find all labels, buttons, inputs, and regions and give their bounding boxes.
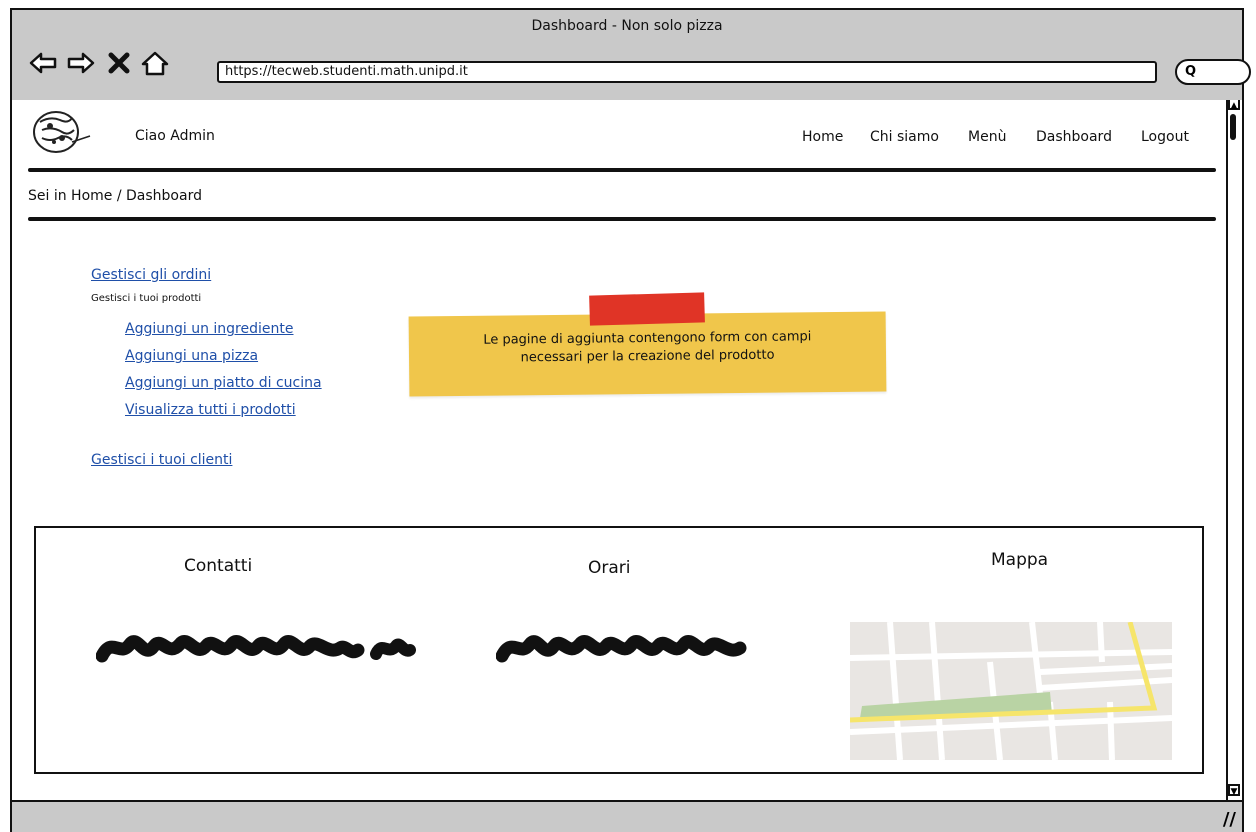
link-manage-orders[interactable]: Gestisci gli ordini bbox=[91, 267, 211, 283]
window-title: Dashboard - Non solo pizza bbox=[531, 18, 723, 34]
link-view-products[interactable]: Visualizza tutti i prodotti bbox=[125, 402, 296, 418]
back-arrow-icon[interactable] bbox=[28, 50, 58, 76]
link-manage-clients[interactable]: Gestisci i tuoi clienti bbox=[91, 452, 232, 468]
note-text: Le pagine di aggiunta contengono form co… bbox=[409, 328, 886, 369]
vertical-scrollbar[interactable]: ▲ ▼ bbox=[1226, 100, 1240, 800]
nav-logout[interactable]: Logout bbox=[1141, 129, 1189, 145]
note-line-2: necessari per la creazione del prodotto bbox=[520, 347, 775, 366]
browser-toolbar: Dashboard - Non solo pizza https://tecwe… bbox=[10, 8, 1251, 100]
nav-home[interactable]: Home bbox=[802, 129, 843, 145]
admin-greeting: Ciao Admin bbox=[135, 128, 215, 144]
breadcrumb: Sei in Home / Dashboard bbox=[28, 188, 202, 204]
footer: Contatti Orari Mappa bbox=[34, 526, 1204, 774]
breadcrumb-divider bbox=[28, 217, 1216, 221]
browser-status-bar: // bbox=[10, 800, 1244, 832]
link-add-dish[interactable]: Aggiungi un piatto di cucina bbox=[125, 375, 322, 391]
nav-dashboard[interactable]: Dashboard bbox=[1036, 129, 1112, 145]
header-divider bbox=[28, 168, 1216, 172]
resize-grip-icon[interactable]: // bbox=[1223, 809, 1236, 830]
page-viewport: Ciao Admin Home Chi siamo Menù Dashboard… bbox=[10, 100, 1244, 800]
nav-menu[interactable]: Menù bbox=[968, 129, 1006, 145]
products-heading: Gestisci i tuoi prodotti bbox=[91, 293, 202, 304]
link-add-pizza[interactable]: Aggiungi una pizza bbox=[125, 348, 258, 364]
link-add-ingredient[interactable]: Aggiungi un ingrediente bbox=[125, 321, 294, 337]
sticky-note: Le pagine di aggiunta contengono form co… bbox=[408, 292, 887, 397]
browser-search[interactable]: Q bbox=[1175, 59, 1251, 85]
url-bar[interactable]: https://tecweb.studenti.math.unipd.it bbox=[217, 61, 1157, 83]
close-icon[interactable] bbox=[106, 50, 132, 76]
map-image[interactable] bbox=[850, 622, 1172, 760]
scroll-down-icon[interactable]: ▼ bbox=[1228, 784, 1240, 797]
scroll-up-icon[interactable]: ▲ bbox=[1228, 100, 1240, 111]
footer-map-heading: Mappa bbox=[991, 550, 1049, 570]
tape-strip bbox=[589, 292, 705, 326]
contacts-scribble bbox=[96, 635, 416, 663]
pizza-logo bbox=[33, 111, 91, 153]
home-icon[interactable] bbox=[140, 50, 170, 76]
footer-contacts-heading: Contatti bbox=[184, 556, 253, 576]
scroll-thumb[interactable] bbox=[1230, 114, 1236, 140]
nav-chi-siamo[interactable]: Chi siamo bbox=[870, 129, 939, 145]
hours-scribble bbox=[496, 635, 747, 663]
search-icon: Q bbox=[1185, 64, 1197, 79]
footer-hours-heading: Orari bbox=[588, 558, 631, 578]
forward-arrow-icon[interactable] bbox=[66, 50, 96, 76]
